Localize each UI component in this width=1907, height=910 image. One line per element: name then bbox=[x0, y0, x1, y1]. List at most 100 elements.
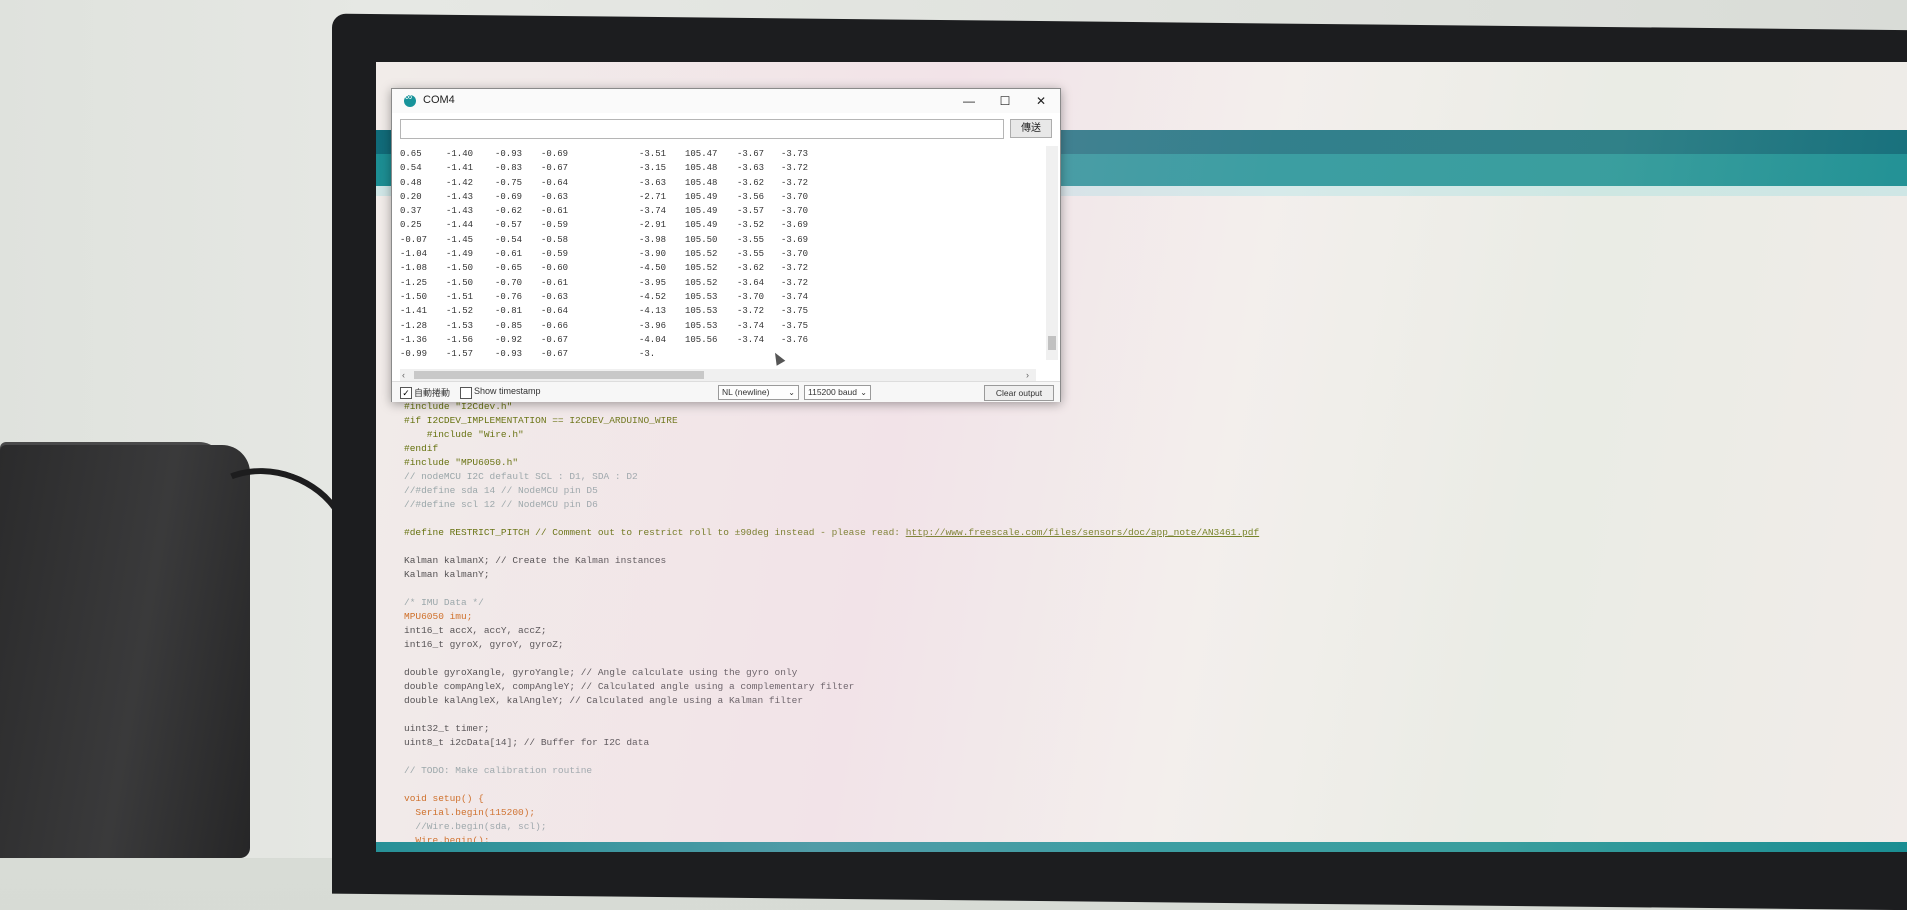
code-editor[interactable]: #include "I2Cdev.h" #if I2CDEV_IMPLEMENTA… bbox=[404, 400, 1884, 848]
serial-value: 105.49 bbox=[685, 191, 718, 202]
serial-value: -1.52 bbox=[446, 306, 474, 317]
line-ending-select[interactable]: NL (newline) ⌄ bbox=[718, 385, 799, 400]
serial-value: -0.60 bbox=[541, 263, 569, 274]
code-text: double compAngleX, compAngleY; // Calcul… bbox=[404, 681, 855, 692]
serial-value: -3.76 bbox=[781, 334, 809, 345]
serial-output-row: -0.07 -1.45 -0.54 -0.58 -3.98 105.50 -3.55 -3.6… bbox=[400, 233, 1036, 247]
serial-input-field[interactable] bbox=[400, 119, 1004, 139]
vertical-scrollbar[interactable] bbox=[1046, 146, 1058, 360]
code-text: #endif bbox=[404, 443, 439, 454]
serial-value: -3.74 bbox=[639, 206, 667, 217]
serial-output-row: 0.48 -1.42 -0.75 -0.64 -3.63 105.48 -3.62 -3.72 bbox=[400, 176, 1036, 190]
serial-value: -1.04 bbox=[400, 249, 428, 260]
serial-output-row: 0.20 -1.43 -0.69 -0.63 -2.71 105.49 -3.56 -3.70 bbox=[400, 190, 1036, 204]
serial-value: -0.62 bbox=[495, 206, 523, 217]
serial-value: 0.25 bbox=[400, 220, 422, 231]
minimize-button[interactable]: — bbox=[954, 92, 984, 110]
serial-value: -1.41 bbox=[400, 306, 428, 317]
serial-value: 0.20 bbox=[400, 191, 422, 202]
vertical-scroll-thumb[interactable] bbox=[1048, 336, 1056, 350]
code-text: #include "MPU6050.h" bbox=[404, 457, 519, 468]
serial-value: -1.25 bbox=[400, 277, 428, 288]
serial-value: -3.96 bbox=[639, 320, 667, 331]
maximize-button[interactable]: ☐ bbox=[990, 92, 1020, 110]
code-text: Kalman kalmanY; bbox=[404, 569, 490, 580]
serial-value: -3.69 bbox=[781, 234, 809, 245]
serial-value: -3.73 bbox=[781, 149, 809, 159]
serial-output-row: -1.36 -1.56 -0.92 -0.67 -4.04 105.56 -3.74 -3.7… bbox=[400, 333, 1036, 347]
serial-value: -3. bbox=[639, 349, 656, 360]
serial-value: -3.70 bbox=[781, 206, 809, 217]
code-line: #include "I2Cdev.h" bbox=[404, 400, 1884, 414]
close-button[interactable]: ✕ bbox=[1026, 92, 1056, 110]
serial-value: -3.55 bbox=[737, 234, 765, 245]
horizontal-scrollbar[interactable]: ‹ › bbox=[400, 369, 1036, 381]
code-text: //#define sda 14 // NodeMCU pin D5 bbox=[404, 485, 598, 496]
baud-rate-select[interactable]: 115200 baud ⌄ bbox=[804, 385, 871, 400]
serial-value: -1.41 bbox=[446, 163, 474, 174]
serial-value: 105.52 bbox=[685, 263, 718, 274]
serial-value: -1.40 bbox=[446, 149, 474, 159]
serial-value: -1.45 bbox=[446, 234, 474, 245]
serial-value: -3.74 bbox=[737, 320, 765, 331]
code-line: int16_t gyroX, gyroY, gyroZ; bbox=[404, 638, 1884, 652]
code-line: Serial.begin(115200); bbox=[404, 806, 1884, 820]
code-line: /* IMU Data */ bbox=[404, 596, 1884, 610]
code-text: double kalAngleX, kalAngleY; // Calculat… bbox=[404, 695, 804, 706]
serial-value: -3.72 bbox=[781, 163, 809, 174]
code-line: #endif bbox=[404, 442, 1884, 456]
code-line: Kalman kalmanX; // Create the Kalman ins… bbox=[404, 554, 1884, 568]
scroll-right-icon[interactable]: › bbox=[1026, 369, 1029, 381]
code-text: Kalman kalmanX; // Create the Kalman ins… bbox=[404, 555, 667, 566]
serial-value: -1.57 bbox=[446, 349, 474, 360]
code-line: // TODO: Make calibration routine bbox=[404, 764, 1884, 778]
serial-output-row: 0.25 -1.44 -0.57 -0.59 -2.91 105.49 -3.52 -3.69 bbox=[400, 218, 1036, 232]
serial-value: -0.61 bbox=[541, 277, 569, 288]
code-line: MPU6050 imu; bbox=[404, 610, 1884, 624]
serial-value: -1.42 bbox=[446, 177, 474, 188]
serial-value: -1.50 bbox=[446, 277, 474, 288]
serial-output-row: -1.04 -1.49 -0.61 -0.59 -3.90 105.52 -3.55 -3.7… bbox=[400, 247, 1036, 261]
serial-value: -1.50 bbox=[400, 291, 428, 302]
serial-value: -3.63 bbox=[639, 177, 667, 188]
serial-value: -0.63 bbox=[541, 291, 569, 302]
serial-value: 0.65 bbox=[400, 149, 422, 159]
code-line: void setup() { bbox=[404, 792, 1884, 806]
serial-value: -0.54 bbox=[495, 234, 523, 245]
code-text: void setup() { bbox=[404, 793, 484, 804]
serial-value: 0.37 bbox=[400, 206, 422, 217]
scroll-left-icon[interactable]: ‹ bbox=[402, 369, 405, 381]
serial-value: -1.56 bbox=[446, 334, 474, 345]
serial-output-area[interactable]: 0.65 -1.40 -0.93 -0.69 -3.51 105.47 -3.67 -3.73… bbox=[400, 147, 1036, 369]
serial-monitor-titlebar[interactable]: COM4 — ☐ ✕ bbox=[392, 89, 1060, 113]
code-text: double gyroXangle, gyroYangle; // Angle … bbox=[404, 667, 798, 678]
serial-value: -3.70 bbox=[737, 291, 765, 302]
code-text: // TODO: Make calibration routine bbox=[404, 765, 593, 776]
timestamp-label: Show timestamp bbox=[474, 386, 541, 396]
serial-value: 105.47 bbox=[685, 149, 718, 159]
serial-value: -0.83 bbox=[495, 163, 523, 174]
serial-value: -1.50 bbox=[446, 263, 474, 274]
serial-value: -0.67 bbox=[541, 334, 569, 345]
line-ending-value: NL (newline) bbox=[722, 387, 770, 397]
serial-value: -3.63 bbox=[737, 163, 765, 174]
serial-output-row: 0.37 -1.43 -0.62 -0.61 -3.74 105.49 -3.57 -3.70 bbox=[400, 204, 1036, 218]
code-link[interactable]: http://www.freescale.com/files/sensors/d… bbox=[906, 527, 1259, 538]
code-line: //Wire.begin(sda, scl); bbox=[404, 820, 1884, 834]
code-text: /* IMU Data */ bbox=[404, 597, 484, 608]
timestamp-checkbox[interactable] bbox=[460, 387, 472, 399]
serial-value: -1.43 bbox=[446, 206, 474, 217]
clear-output-button[interactable]: Clear output bbox=[984, 385, 1054, 401]
serial-value: -0.63 bbox=[541, 191, 569, 202]
autoscroll-checkbox[interactable]: ✓ bbox=[400, 387, 412, 399]
serial-value: -0.61 bbox=[541, 206, 569, 217]
serial-value: -3.95 bbox=[639, 277, 667, 288]
code-line: #if I2CDEV_IMPLEMENTATION == I2CDEV_ARDU… bbox=[404, 414, 1884, 428]
code-text: int16_t accX, accY, accZ; bbox=[404, 625, 547, 636]
serial-value: -1.43 bbox=[446, 191, 474, 202]
serial-value: -4.52 bbox=[639, 291, 667, 302]
serial-value: -0.59 bbox=[541, 220, 569, 231]
horizontal-scroll-thumb[interactable] bbox=[414, 371, 704, 379]
send-button[interactable]: 傳送 bbox=[1010, 119, 1052, 138]
